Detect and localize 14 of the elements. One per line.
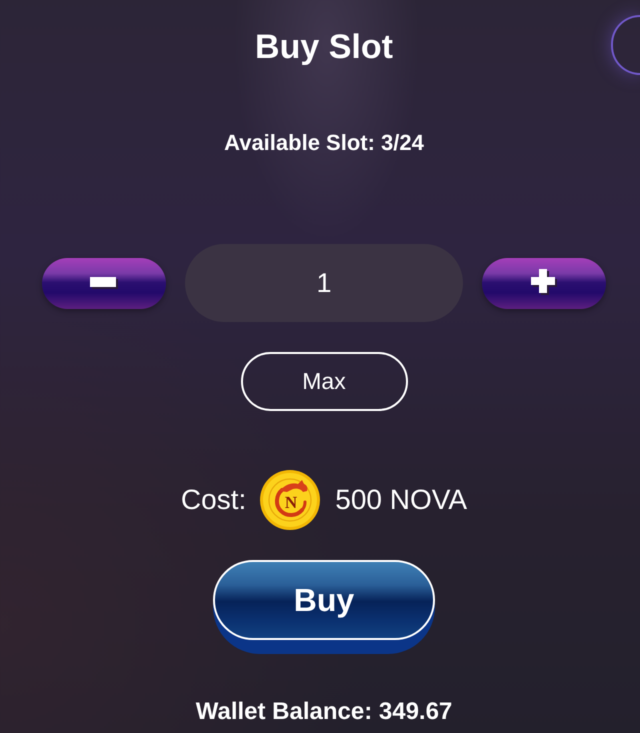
dialog-title: Buy Slot	[255, 27, 393, 67]
increment-button[interactable]	[482, 258, 606, 308]
decrement-button[interactable]	[42, 258, 166, 308]
quantity-field[interactable]: 1	[185, 244, 463, 322]
buy-button[interactable]: Buy	[213, 560, 435, 654]
plus-icon	[530, 269, 558, 297]
minus-icon	[90, 277, 118, 289]
coin-icon: N	[260, 470, 320, 530]
cost-amount: 500 NOVA	[335, 483, 468, 517]
available-slot-text: Available Slot: 3/24	[224, 129, 424, 157]
cost-label: Cost:	[180, 483, 246, 517]
round-button[interactable]	[611, 15, 640, 75]
wallet-balance-text: Wallet Balance: 349.67	[196, 698, 452, 726]
max-button[interactable]: Max	[240, 352, 408, 411]
